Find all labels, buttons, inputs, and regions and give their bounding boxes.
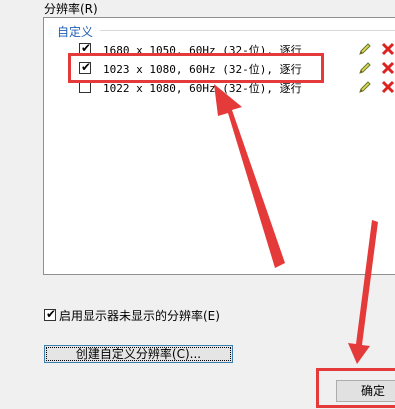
checkmark-icon: ✔: [46, 307, 57, 321]
pencil-icon[interactable]: [358, 42, 372, 56]
delete-icon[interactable]: [380, 79, 395, 95]
resolution-text: 1022 x 1080, 60Hz (32-位), 逐行: [103, 82, 302, 95]
delete-icon[interactable]: [380, 60, 395, 76]
group-divider: [100, 30, 395, 31]
custom-group-label: 自定义: [57, 25, 94, 39]
resolution-row[interactable]: 1022 x 1080, 60Hz (32-位), 逐行: [44, 79, 395, 97]
resolution-section-label: 分辨率(R): [44, 2, 98, 16]
checkmark-icon: ✔: [81, 41, 92, 55]
show-unsupported-checkbox[interactable]: ✔: [44, 307, 57, 321]
show-unsupported-label[interactable]: 启用显示器未显示的分辨率(E): [59, 307, 220, 324]
create-custom-resolution-button[interactable]: 创建自定义分辨率(C)...: [44, 345, 233, 363]
resolution-row[interactable]: ✔ 1023 x 1080, 60Hz (32-位), 逐行: [44, 60, 395, 78]
resolution-list[interactable]: 自定义 ✔ 1680 x 1050, 60Hz (32-位), 逐行 ✔ 102…: [43, 17, 395, 275]
pencil-icon[interactable]: [358, 61, 372, 75]
resolution-text: 1680 x 1050, 60Hz (32-位), 逐行: [103, 44, 302, 57]
resolution-row[interactable]: ✔ 1680 x 1050, 60Hz (32-位), 逐行: [44, 41, 395, 59]
resolution-checkbox[interactable]: ✔: [79, 60, 92, 74]
resolution-text: 1023 x 1080, 60Hz (32-位), 逐行: [103, 63, 302, 76]
resolution-checkbox[interactable]: [79, 81, 91, 93]
resolution-checkbox[interactable]: ✔: [79, 41, 92, 55]
delete-icon[interactable]: [380, 41, 395, 57]
ok-button[interactable]: 确定: [336, 380, 395, 402]
pencil-icon[interactable]: [358, 80, 372, 94]
checkmark-icon: ✔: [81, 60, 92, 74]
